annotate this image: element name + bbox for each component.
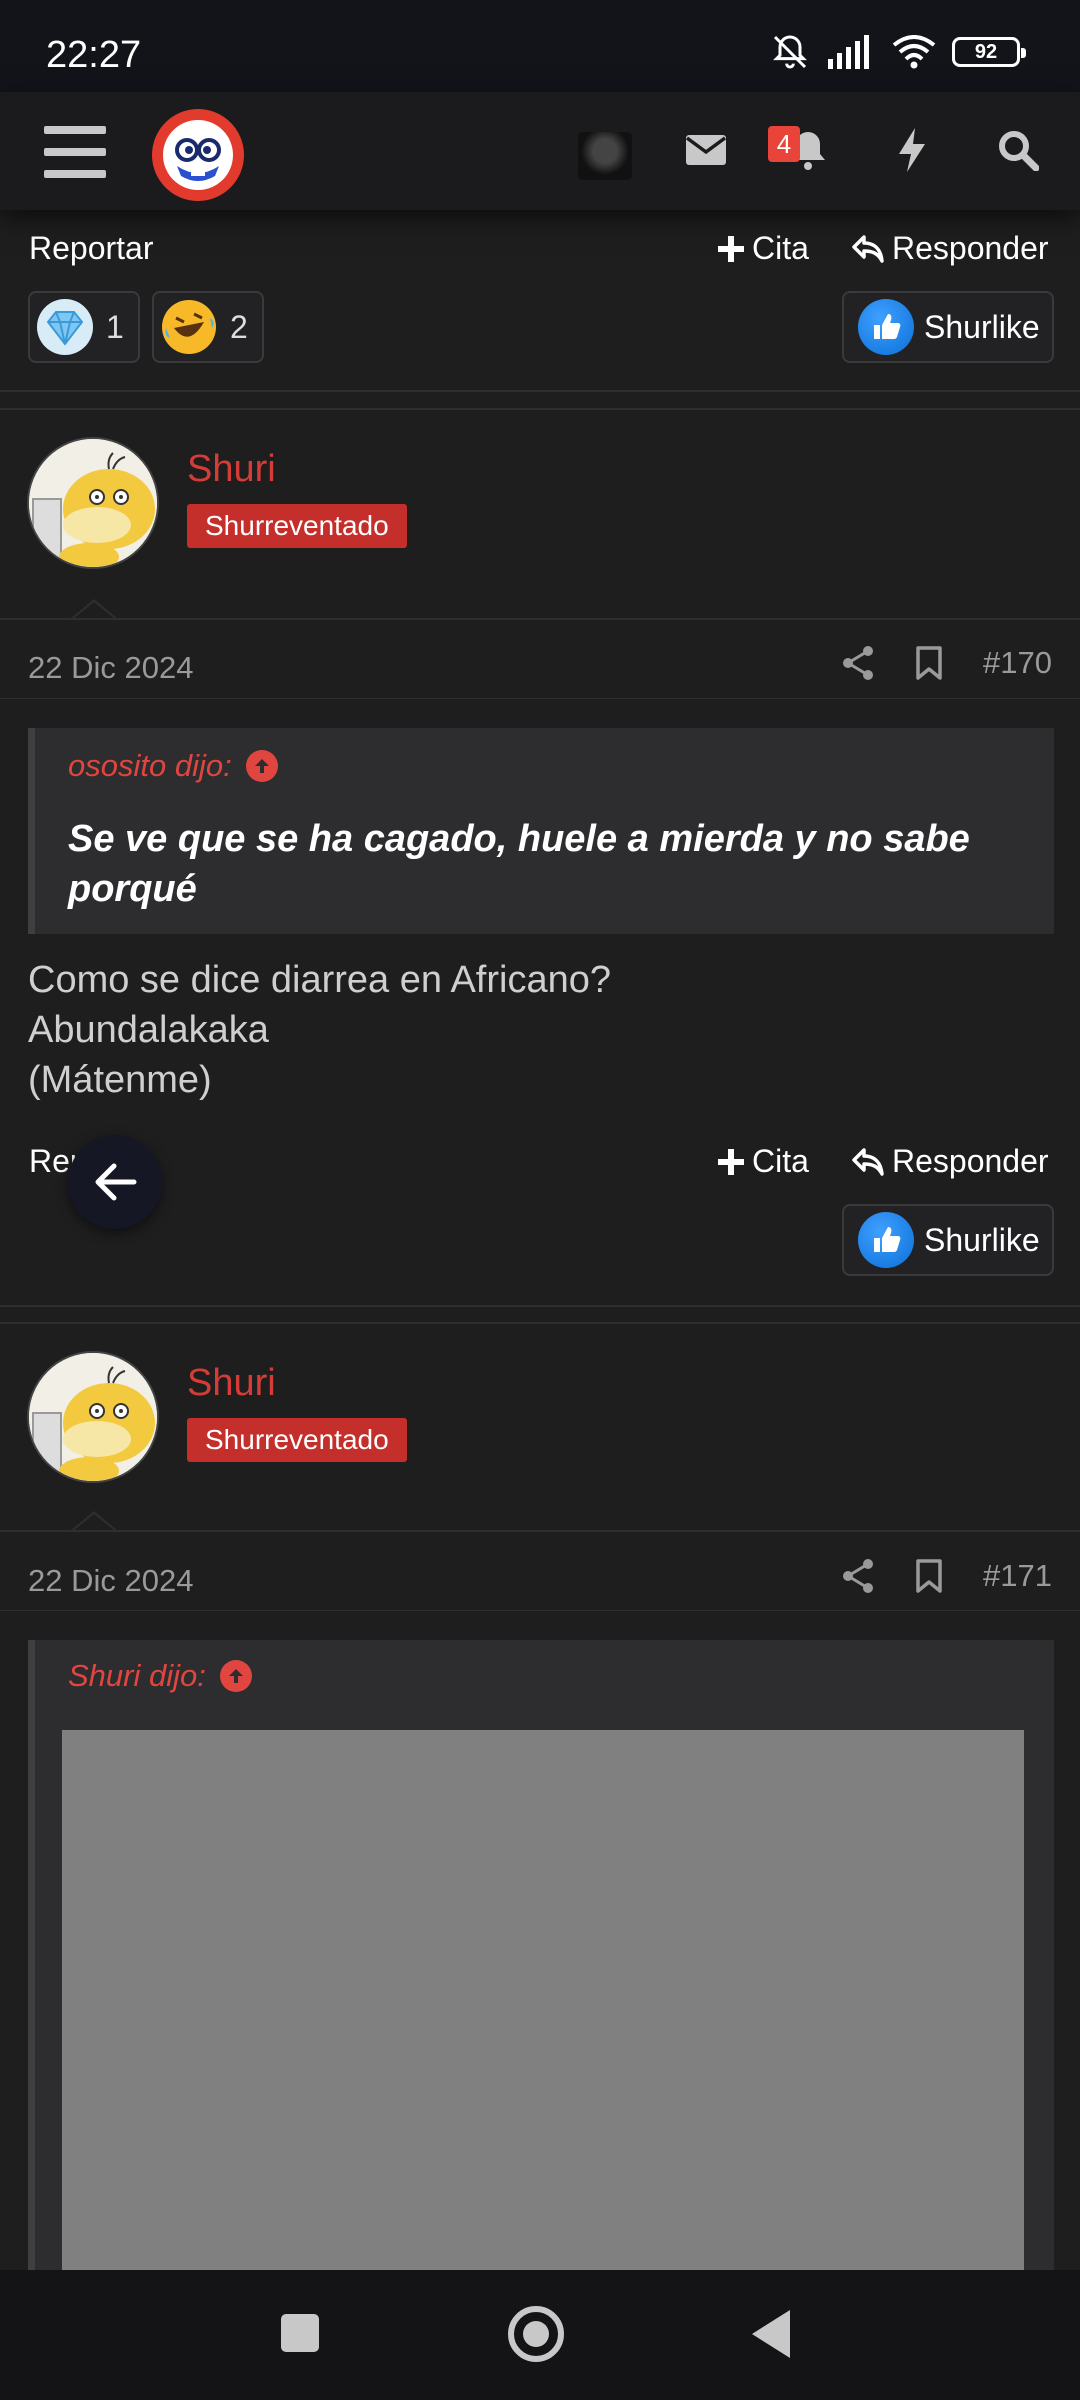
- user-title-badge: Shurreventado: [187, 1418, 407, 1462]
- user-avatar[interactable]: [578, 132, 632, 180]
- reply-button[interactable]: Responder: [852, 1143, 1049, 1180]
- thumbs-up-icon: [858, 299, 914, 355]
- quote-label: Cita: [752, 1143, 809, 1179]
- bell-muted-icon: [773, 35, 807, 69]
- wifi-icon: [892, 35, 936, 69]
- post-meta-actions: #170: [841, 645, 1052, 681]
- bolt-icon[interactable]: [882, 120, 942, 180]
- shurlike-button[interactable]: Shurlike: [842, 291, 1054, 363]
- avatar[interactable]: [27, 1351, 159, 1483]
- share-icon[interactable]: [841, 645, 875, 681]
- status-icons: 92: [770, 30, 1026, 74]
- shurlike-label: Shurlike: [924, 308, 1040, 345]
- diamond-icon: [37, 299, 93, 355]
- quote-button[interactable]: Cita: [718, 230, 809, 267]
- share-icon[interactable]: [841, 1558, 875, 1594]
- laugh-emoji-icon: [162, 300, 216, 354]
- reply-icon: [852, 1147, 884, 1176]
- arrow-left-icon: [95, 1163, 137, 1201]
- system-nav-bar: [0, 2270, 1080, 2400]
- reaction-diamond[interactable]: 1: [28, 291, 140, 363]
- thumbs-up-icon: [858, 1212, 914, 1268]
- post-number[interactable]: #171: [983, 1558, 1052, 1594]
- bookmark-icon[interactable]: [915, 645, 943, 681]
- post-date[interactable]: 22 Dic 2024: [28, 1563, 193, 1599]
- reply-label: Responder: [892, 1143, 1049, 1179]
- quote-button[interactable]: Cita: [718, 1143, 809, 1180]
- battery-level: 92: [974, 40, 998, 63]
- menu-icon[interactable]: [44, 126, 106, 178]
- bookmark-icon[interactable]: [915, 1558, 943, 1594]
- post-body-line: Abundalakaka: [28, 1009, 269, 1051]
- battery-icon: 92: [952, 37, 1026, 67]
- reply-label: Responder: [892, 230, 1049, 266]
- post-number[interactable]: #170: [983, 645, 1052, 681]
- app-header: 4: [0, 92, 1080, 210]
- search-icon[interactable]: [988, 120, 1048, 180]
- username[interactable]: Shuri: [187, 448, 276, 491]
- username[interactable]: Shuri: [187, 1362, 276, 1405]
- post-author-block: Shuri Shurreventado: [0, 410, 1080, 620]
- quote-text: Se ve que se ha cagado, huele a mierda y…: [68, 818, 970, 910]
- arrow-up-icon[interactable]: [219, 1660, 252, 1692]
- post-body-line: (Mátenme): [28, 1059, 212, 1101]
- status-time: 22:27: [46, 34, 142, 76]
- notifications-badge: 4: [768, 126, 800, 162]
- back-button[interactable]: [752, 2310, 790, 2358]
- shurlike-label: Shurlike: [924, 1221, 1040, 1258]
- reply-icon: [852, 234, 884, 263]
- quote-author[interactable]: Shuri dijo:: [68, 1658, 252, 1694]
- report-link[interactable]: Reportar: [29, 230, 154, 267]
- post-body-line: Como se dice diarrea en Africano?: [28, 959, 611, 1001]
- post-body: Como se dice diarrea en Africano? Abunda…: [28, 955, 611, 1105]
- shurlike-button[interactable]: Shurlike: [842, 1204, 1054, 1276]
- reply-button[interactable]: Responder: [852, 230, 1049, 267]
- post-author-block: Shuri Shurreventado: [0, 1324, 1080, 1534]
- arrow-up-icon[interactable]: [245, 750, 278, 782]
- plus-icon: [718, 1148, 744, 1175]
- quoted-image[interactable]: [62, 1730, 1024, 2270]
- quote-label: Cita: [752, 230, 809, 266]
- recents-button[interactable]: [281, 2314, 319, 2352]
- quote-author[interactable]: ososito dijo:: [68, 748, 278, 784]
- reaction-count: 2: [230, 308, 248, 345]
- quote-block: ososito dijo: Se ve que se ha cagado, hu…: [28, 728, 1054, 934]
- site-logo[interactable]: [152, 109, 244, 201]
- quote-author-label: ososito dijo:: [68, 748, 232, 783]
- quote-author-label: Shuri dijo:: [68, 1658, 206, 1693]
- status-bar: 22:27 92: [0, 0, 1080, 92]
- reaction-laugh[interactable]: 2: [152, 291, 264, 363]
- reaction-count: 1: [106, 308, 124, 345]
- post-date[interactable]: 22 Dic 2024: [28, 650, 193, 686]
- mail-icon[interactable]: [676, 120, 736, 180]
- back-fab-button[interactable]: [68, 1135, 162, 1229]
- post-meta-actions: #171: [841, 1558, 1052, 1594]
- home-button[interactable]: [508, 2306, 564, 2362]
- avatar[interactable]: [27, 437, 159, 569]
- plus-icon: [718, 235, 744, 262]
- signal-icon: [828, 35, 869, 69]
- user-title-badge: Shurreventado: [187, 504, 407, 548]
